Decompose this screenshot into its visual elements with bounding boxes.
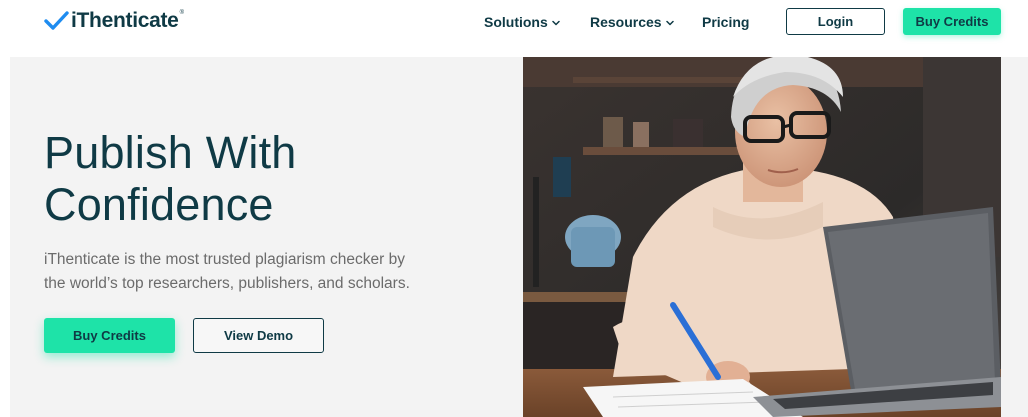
hero-title-line-2: Confidence [44, 179, 274, 230]
nav-solutions-label: Solutions [484, 14, 548, 30]
buy-credits-hero-button[interactable]: Buy Credits [44, 318, 175, 353]
login-button[interactable]: Login [786, 8, 885, 35]
hero-title-line-1: Publish With [44, 127, 297, 178]
chevron-down-icon [552, 20, 560, 26]
nav-pricing[interactable]: Pricing [702, 11, 749, 33]
ithenticate-logo[interactable]: iThenticate ® [44, 8, 184, 34]
hero-title: Publish With Confidence [44, 127, 474, 231]
nav-solutions[interactable]: Solutions [484, 11, 560, 33]
logo-trademark: ® [179, 10, 184, 16]
chevron-down-icon [665, 20, 674, 26]
hero-photo-illustration [523, 57, 1001, 417]
hero-subtitle: iThenticate is the most trusted plagiari… [44, 248, 464, 296]
hero-subtitle-line-2: the world’s top researchers, publishers,… [44, 275, 410, 292]
nav-pricing-label: Pricing [702, 14, 750, 30]
nav-resources-label: Resources [590, 14, 662, 30]
nav-resources[interactable]: Resources [590, 11, 674, 33]
checkmark-icon [44, 11, 69, 30]
hero-subtitle-line-1: iThenticate is the most trusted plagiari… [44, 251, 405, 268]
site-header: iThenticate ® Solutions Resources Pricin… [0, 0, 1028, 57]
buy-credits-header-button[interactable]: Buy Credits [903, 8, 1001, 35]
view-demo-button[interactable]: View Demo [193, 318, 324, 353]
logo-text: iThenticate [71, 9, 179, 32]
hero-photo [523, 57, 1001, 417]
